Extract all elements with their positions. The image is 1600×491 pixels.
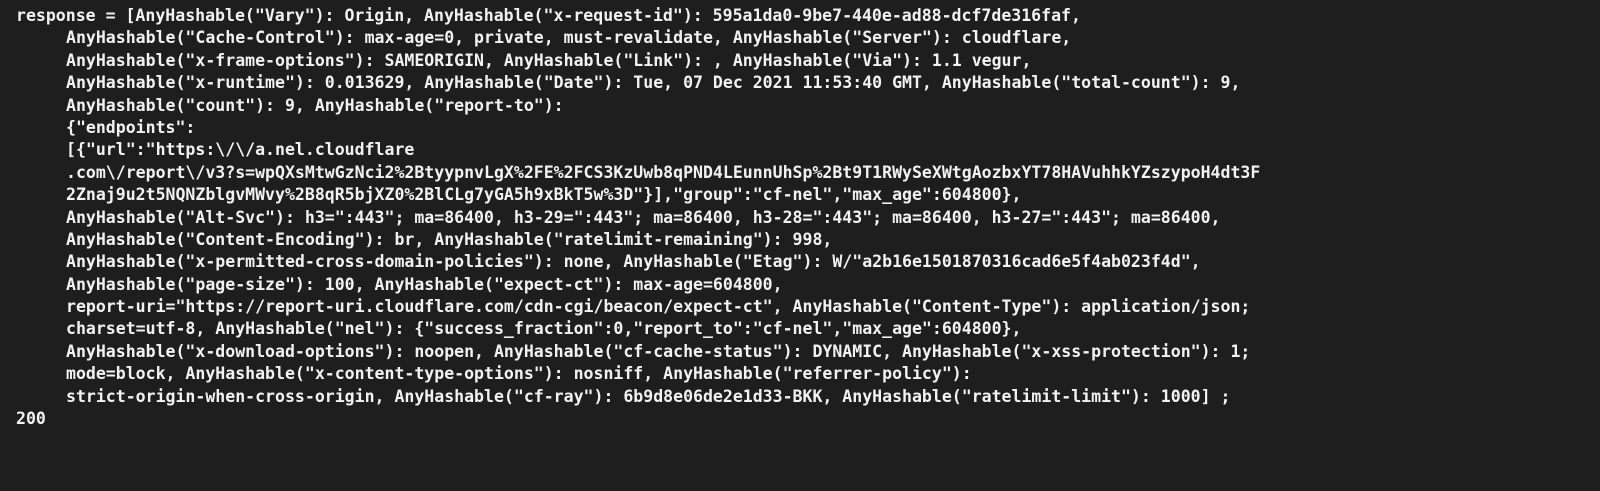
console-line: .com\/report\/v3?s=wpQXsMtwGzNci2%2Btyyp… <box>66 162 1261 182</box>
console-line: AnyHashable("Alt-Svc"): h3=":443"; ma=86… <box>66 207 1221 227</box>
console-line: report-uri="https://report-uri.cloudflar… <box>66 297 1251 317</box>
console-line: AnyHashable("x-download-options"): noope… <box>66 341 1251 361</box>
console-line: AnyHashable("x-permitted-cross-domain-po… <box>66 252 1201 272</box>
console-line: {"endpoints": <box>66 117 196 137</box>
debug-console-output: response = [AnyHashable("Vary"): Origin,… <box>0 0 1600 491</box>
console-line: AnyHashable("x-runtime"): 0.013629, AnyH… <box>66 73 1241 93</box>
console-line: AnyHashable("x-frame-options"): SAMEORIG… <box>66 50 1032 70</box>
console-line: mode=block, AnyHashable("x-content-type-… <box>66 364 972 384</box>
console-line: AnyHashable("Cache-Control"): max-age=0,… <box>66 28 1072 48</box>
console-line: charset=utf-8, AnyHashable("nel"): {"suc… <box>66 319 1022 339</box>
console-line: 2Znaj9u2t5NQNZblgvMWvy%2B8qR5bjXZ0%2BlCL… <box>66 185 1022 205</box>
console-line: AnyHashable("count"): 9, AnyHashable("re… <box>66 95 564 115</box>
console-line: AnyHashable("page-size"): 100, AnyHashab… <box>66 274 783 294</box>
console-line-status-code: 200 <box>16 409 46 429</box>
console-line: AnyHashable("Content-Encoding"): br, Any… <box>66 229 833 249</box>
console-line: strict-origin-when-cross-origin, AnyHash… <box>66 386 1231 406</box>
console-line: [{"url":"https:\/\/a.nel.cloudflare <box>66 140 415 160</box>
console-line-response-start: response = [AnyHashable("Vary"): Origin,… <box>16 6 1081 25</box>
